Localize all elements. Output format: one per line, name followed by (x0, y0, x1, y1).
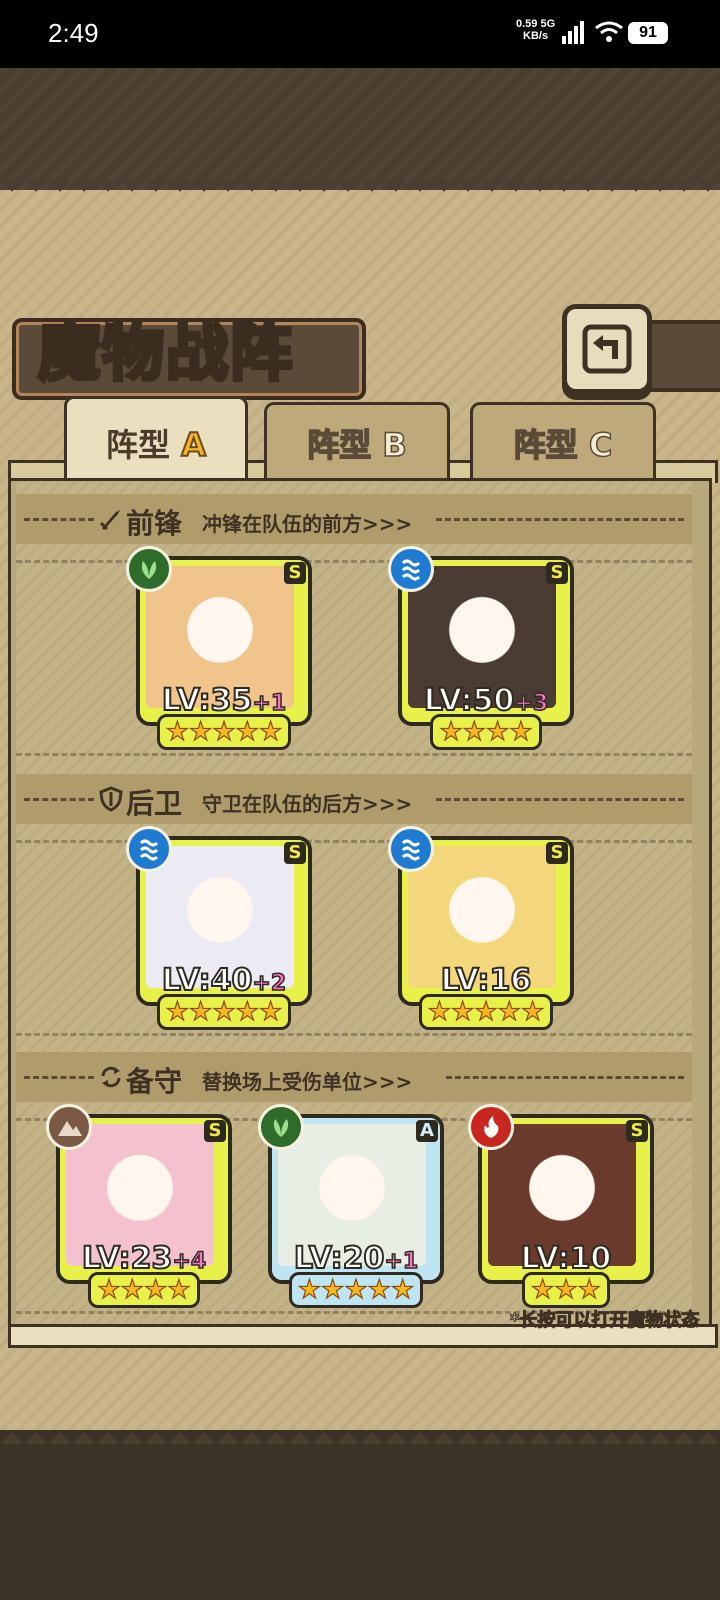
section-header-reserve: 备守 替换场上受伤单位>>> (16, 1052, 692, 1102)
unit-level: LV:35+1 (136, 682, 312, 719)
level-value: LV:40 (161, 962, 254, 999)
fire-element-icon (468, 1104, 514, 1150)
long-press-hint: *长按可以打开魔物状态 (509, 1310, 700, 1332)
level-value: LV:10 (520, 1240, 613, 1277)
tab-formation-b[interactable]: 阵型 B (264, 402, 450, 481)
tab-label: 阵型 (306, 425, 372, 465)
row-band (16, 560, 692, 756)
net-speed-unit: KB/s (523, 30, 549, 42)
unit-level: LV:40+2 (136, 962, 312, 999)
level-bonus: +2 (252, 970, 287, 997)
star-rating: ★★★★ (88, 1272, 200, 1308)
section-label: 后卫 (126, 787, 183, 820)
water-element-icon (388, 826, 434, 872)
section-desc: 替换场上受伤单位>>> (202, 1070, 413, 1094)
level-value: LV:50 (423, 682, 516, 719)
level-bonus: +1 (252, 690, 287, 717)
rank-badge: A (416, 1120, 438, 1142)
wifi-icon (595, 21, 623, 42)
star-rating: ★★★★★ (156, 994, 292, 1030)
rank-badge: S (546, 842, 568, 864)
bottom-map-band (0, 1444, 720, 1600)
unit-level: LV:20+1 (268, 1240, 444, 1277)
star-rating: ★★★★★ (156, 714, 292, 750)
unit-level: LV:23+4 (56, 1240, 232, 1277)
unit-level: LV:10 (478, 1240, 654, 1277)
unit-card[interactable]: S LV:23+4 ★★★★ (46, 1104, 232, 1308)
section-header-back: 后卫 守卫在队伍的后方>>> (16, 774, 692, 824)
tab-formation-c[interactable]: 阵型 C (470, 402, 656, 481)
unit-card[interactable]: A LV:20+1 ★★★★★ (258, 1104, 444, 1308)
level-bonus: +4 (172, 1248, 207, 1275)
section-label: 前锋 (126, 507, 183, 540)
water-element-icon (388, 546, 434, 592)
unit-card[interactable]: S LV:10 ★★★ (468, 1104, 654, 1308)
earth-element-icon (46, 1104, 92, 1150)
status-time: 2:49 (48, 18, 99, 48)
section-header-front: 前锋 冲锋在队伍的前方>>> (16, 494, 692, 544)
tab-letter: A (180, 425, 207, 465)
status-bar: 2:49 0.59 5G KB/s 91 (0, 0, 720, 68)
level-value: LV:16 (440, 962, 533, 999)
back-arrow-icon (582, 324, 632, 374)
page-title: 魔物战阵 (36, 314, 295, 391)
star-rating: ★★★ (522, 1272, 610, 1308)
back-button[interactable] (562, 304, 652, 394)
level-bonus: +1 (384, 1248, 419, 1275)
star-rating: ★★★★★ (418, 994, 554, 1030)
level-bonus: +3 (514, 690, 549, 717)
top-map-band (0, 68, 720, 196)
section-desc: 冲锋在队伍的前方>>> (202, 512, 413, 536)
shield-icon (99, 786, 123, 812)
battery-indicator: 91 (628, 22, 668, 44)
torn-edge-top (0, 180, 720, 204)
rank-badge: S (546, 562, 568, 584)
section-label: 备守 (126, 1065, 183, 1098)
unit-card[interactable]: S LV:50+3 ★★★★ (388, 546, 574, 750)
unit-card[interactable]: S LV:16 ★★★★★ (388, 826, 574, 1030)
rank-badge: S (626, 1120, 648, 1142)
unit-card[interactable]: S LV:35+1 ★★★★★ (126, 546, 312, 750)
nature-element-icon (258, 1104, 304, 1150)
tab-label: 阵型 (513, 425, 579, 465)
level-value: LV:35 (161, 682, 254, 719)
tab-letter: B (382, 425, 408, 465)
network-speed: 0.59 5G KB/s (516, 18, 555, 42)
star-rating: ★★★★ (430, 714, 542, 750)
nature-element-icon (126, 546, 172, 592)
unit-card[interactable]: S LV:40+2 ★★★★★ (126, 826, 312, 1030)
rank-badge: S (204, 1120, 226, 1142)
net-type: 5G (540, 18, 556, 30)
level-value: LV:23 (81, 1240, 174, 1277)
rank-badge: S (284, 562, 306, 584)
sword-icon (99, 510, 120, 531)
rank-badge: S (284, 842, 306, 864)
net-speed-value: 0.59 (516, 18, 538, 30)
tab-formation-a[interactable]: 阵型 A (64, 396, 248, 485)
row-band (16, 840, 692, 1036)
signal-icon (562, 21, 584, 44)
tab-letter: C (588, 425, 613, 465)
star-rating: ★★★★★ (288, 1272, 424, 1308)
level-value: LV:20 (293, 1240, 386, 1277)
unit-level: LV:16 (398, 962, 574, 999)
swap-icon (101, 1066, 121, 1088)
water-element-icon (126, 826, 172, 872)
tab-label: 阵型 (106, 426, 171, 464)
unit-level: LV:50+3 (398, 682, 574, 719)
section-desc: 守卫在队伍的后方>>> (202, 792, 413, 816)
torn-edge-bottom (0, 1420, 720, 1444)
